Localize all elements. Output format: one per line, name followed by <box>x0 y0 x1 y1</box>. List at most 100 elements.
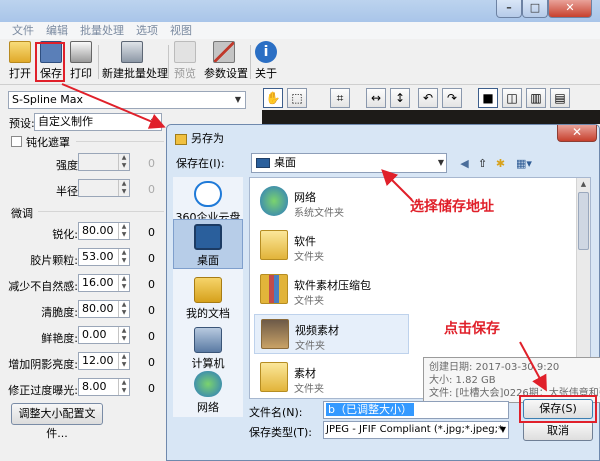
place-documents[interactable]: 我的文档 <box>173 273 243 323</box>
split-view-icon: ◫ <box>506 91 518 105</box>
documents-folder-icon <box>194 277 222 303</box>
chevron-down-icon: ▼ <box>234 95 242 104</box>
desktop-icon <box>256 158 270 168</box>
place-network[interactable]: 网络 <box>173 367 243 417</box>
vertical-arrows-icon: ↕ <box>394 91 406 105</box>
open-button[interactable]: 打开 <box>6 39 34 85</box>
up-folder-button[interactable]: ⇧ <box>475 156 490 171</box>
place-desktop[interactable]: 桌面 <box>173 219 243 269</box>
toolbar: 打开 保存 打印 新建批量处理 预览 参数设置 i 关于 <box>0 39 600 85</box>
settings-button[interactable]: 参数设置 <box>204 39 248 85</box>
save-as-dialog: 另存为 ✕ 保存在(I): 桌面 ▼ ◀ ⇧ ✱ ▦▾ 360企业云盘 桌面 我… <box>166 124 600 461</box>
finetune-stepper[interactable]: 8.00 ▲ ▼ <box>78 378 130 396</box>
menu-edit[interactable]: 编辑 <box>40 22 74 39</box>
view-split-button[interactable]: ◫ <box>502 88 522 108</box>
folder-icon <box>260 230 288 260</box>
list-item[interactable]: 素材 文件夹 <box>254 358 409 398</box>
save-location-select[interactable]: 桌面 ▼ <box>251 153 447 173</box>
chevron-down-icon: ▼ <box>150 117 158 126</box>
back-arrow-icon: ◀ <box>460 157 469 170</box>
finetune-stepper[interactable]: 16.00 ▲ ▼ <box>78 274 130 292</box>
minimize-button[interactable]: – <box>496 0 522 18</box>
menu-batch[interactable]: 批量处理 <box>74 22 130 39</box>
side-view-icon: ▥ <box>530 91 542 105</box>
finetune-zero-value: 0 <box>148 226 155 239</box>
horizontal-arrows-icon: ↔ <box>370 91 382 105</box>
up-folder-icon: ⇧ <box>477 157 488 170</box>
close-button[interactable]: ✕ <box>548 0 592 18</box>
chevron-down-icon: ▼ <box>499 425 506 434</box>
flip-vertical-button[interactable]: ↕ <box>390 88 410 108</box>
finetune-stepper[interactable]: 0.00 ▲ ▼ <box>78 326 130 344</box>
desktop-icon <box>194 224 222 250</box>
finetune-stepper[interactable]: 80.00 ▲ ▼ <box>78 222 130 240</box>
scroll-up-icon[interactable]: ▲ <box>577 178 590 191</box>
flip-horizontal-button[interactable]: ↔ <box>366 88 386 108</box>
finetune-zero-value: 0 <box>148 356 155 369</box>
hand-tool-button[interactable]: ✋ <box>263 88 283 108</box>
cloud-icon <box>194 181 222 207</box>
radius-stepper[interactable]: ▲ ▼ <box>78 179 130 197</box>
preset-select[interactable]: 自定义制作 ▼ <box>34 113 162 131</box>
finetune-stepper[interactable]: 12.00 ▲ ▼ <box>78 352 130 370</box>
preview-button[interactable]: 预览 <box>172 39 198 85</box>
new-batch-button[interactable]: 新建批量处理 <box>102 39 168 85</box>
view-stacked-button[interactable]: ▤ <box>550 88 570 108</box>
strength-stepper[interactable]: ▲ ▼ <box>78 153 130 171</box>
places-bar: 360企业云盘 桌面 我的文档 计算机 网络 <box>173 177 243 417</box>
finetune-stepper[interactable]: 53.00 ▲ ▼ <box>78 248 130 266</box>
finetune-stepper[interactable]: 80.00 ▲ ▼ <box>78 300 130 318</box>
unsharp-checkbox[interactable] <box>11 136 22 147</box>
place-computer[interactable]: 计算机 <box>173 323 243 373</box>
filename-label: 文件名(N): <box>249 406 303 419</box>
save-in-label: 保存在(I): <box>176 157 225 170</box>
network-globe-icon <box>260 186 288 216</box>
crop-tool-button[interactable]: ⌗ <box>330 88 350 108</box>
list-item[interactable]: 软件 文件夹 <box>254 226 409 266</box>
new-folder-button[interactable]: ✱ <box>493 156 508 171</box>
view-single-button[interactable]: ■ <box>478 88 498 108</box>
dialog-close-button[interactable]: ✕ <box>557 125 597 142</box>
view-side-button[interactable]: ▥ <box>526 88 546 108</box>
rotate-left-button[interactable]: ↶ <box>418 88 438 108</box>
scroll-thumb[interactable] <box>578 192 589 250</box>
network-globe-icon <box>194 371 222 397</box>
resize-profile-button[interactable]: 调整大小配置文件... <box>11 403 103 440</box>
folder-icon <box>260 362 288 392</box>
algorithm-select[interactable]: S-Spline Max ▼ <box>8 91 246 109</box>
finetune-label: 修正过度曝光: <box>8 384 78 397</box>
close-icon: ✕ <box>571 125 583 139</box>
menu-file[interactable]: 文件 <box>6 22 40 39</box>
finetune-zero-value: 0 <box>148 382 155 395</box>
about-button[interactable]: i 关于 <box>254 39 278 85</box>
filename-input[interactable]: b（已调整大小） <box>323 401 509 419</box>
new-folder-icon: ✱ <box>495 157 506 170</box>
finetune-zero-value: 0 <box>148 252 155 265</box>
finetune-zero-value: 0 <box>148 330 155 343</box>
select-tool-button[interactable]: ⬚ <box>287 88 307 108</box>
menu-options[interactable]: 选项 <box>130 22 164 39</box>
view-menu-icon: ▦▾ <box>516 157 532 170</box>
cancel-button[interactable]: 取消 <box>523 421 593 441</box>
preview-image <box>262 110 600 124</box>
view-menu-button[interactable]: ▦▾ <box>513 156 535 171</box>
click-save-annotation: 点击保存 <box>444 321 500 337</box>
list-item[interactable]: 软件素材压缩包 文件夹 <box>254 270 409 310</box>
save-toolbar-button[interactable]: 保存 <box>37 39 65 85</box>
finetune-label: 清脆度: <box>41 306 78 319</box>
back-button[interactable]: ◀ <box>457 156 472 171</box>
maximize-button[interactable]: □ <box>522 0 548 18</box>
floppy-disk-icon <box>40 41 62 63</box>
filetype-select[interactable]: JPEG - JFIF Compliant (*.jpg;*.jpeg;* ▼ <box>323 421 509 439</box>
print-button[interactable]: 打印 <box>68 39 94 85</box>
list-item[interactable]: 网络 系统文件夹 <box>254 182 409 222</box>
tools-icon <box>213 41 235 63</box>
list-item[interactable]: 视频素材 文件夹 <box>254 314 409 354</box>
menu-bar: 文件 编辑 批量处理 选项 视图 <box>0 22 600 39</box>
rotate-right-button[interactable]: ↷ <box>442 88 462 108</box>
stacked-view-icon: ▤ <box>554 91 566 105</box>
menu-view[interactable]: 视图 <box>164 22 198 39</box>
finetune-zero-value: 0 <box>148 278 155 291</box>
choose-location-annotation: 选择储存地址 <box>410 199 494 215</box>
archive-folder-icon <box>260 274 288 304</box>
